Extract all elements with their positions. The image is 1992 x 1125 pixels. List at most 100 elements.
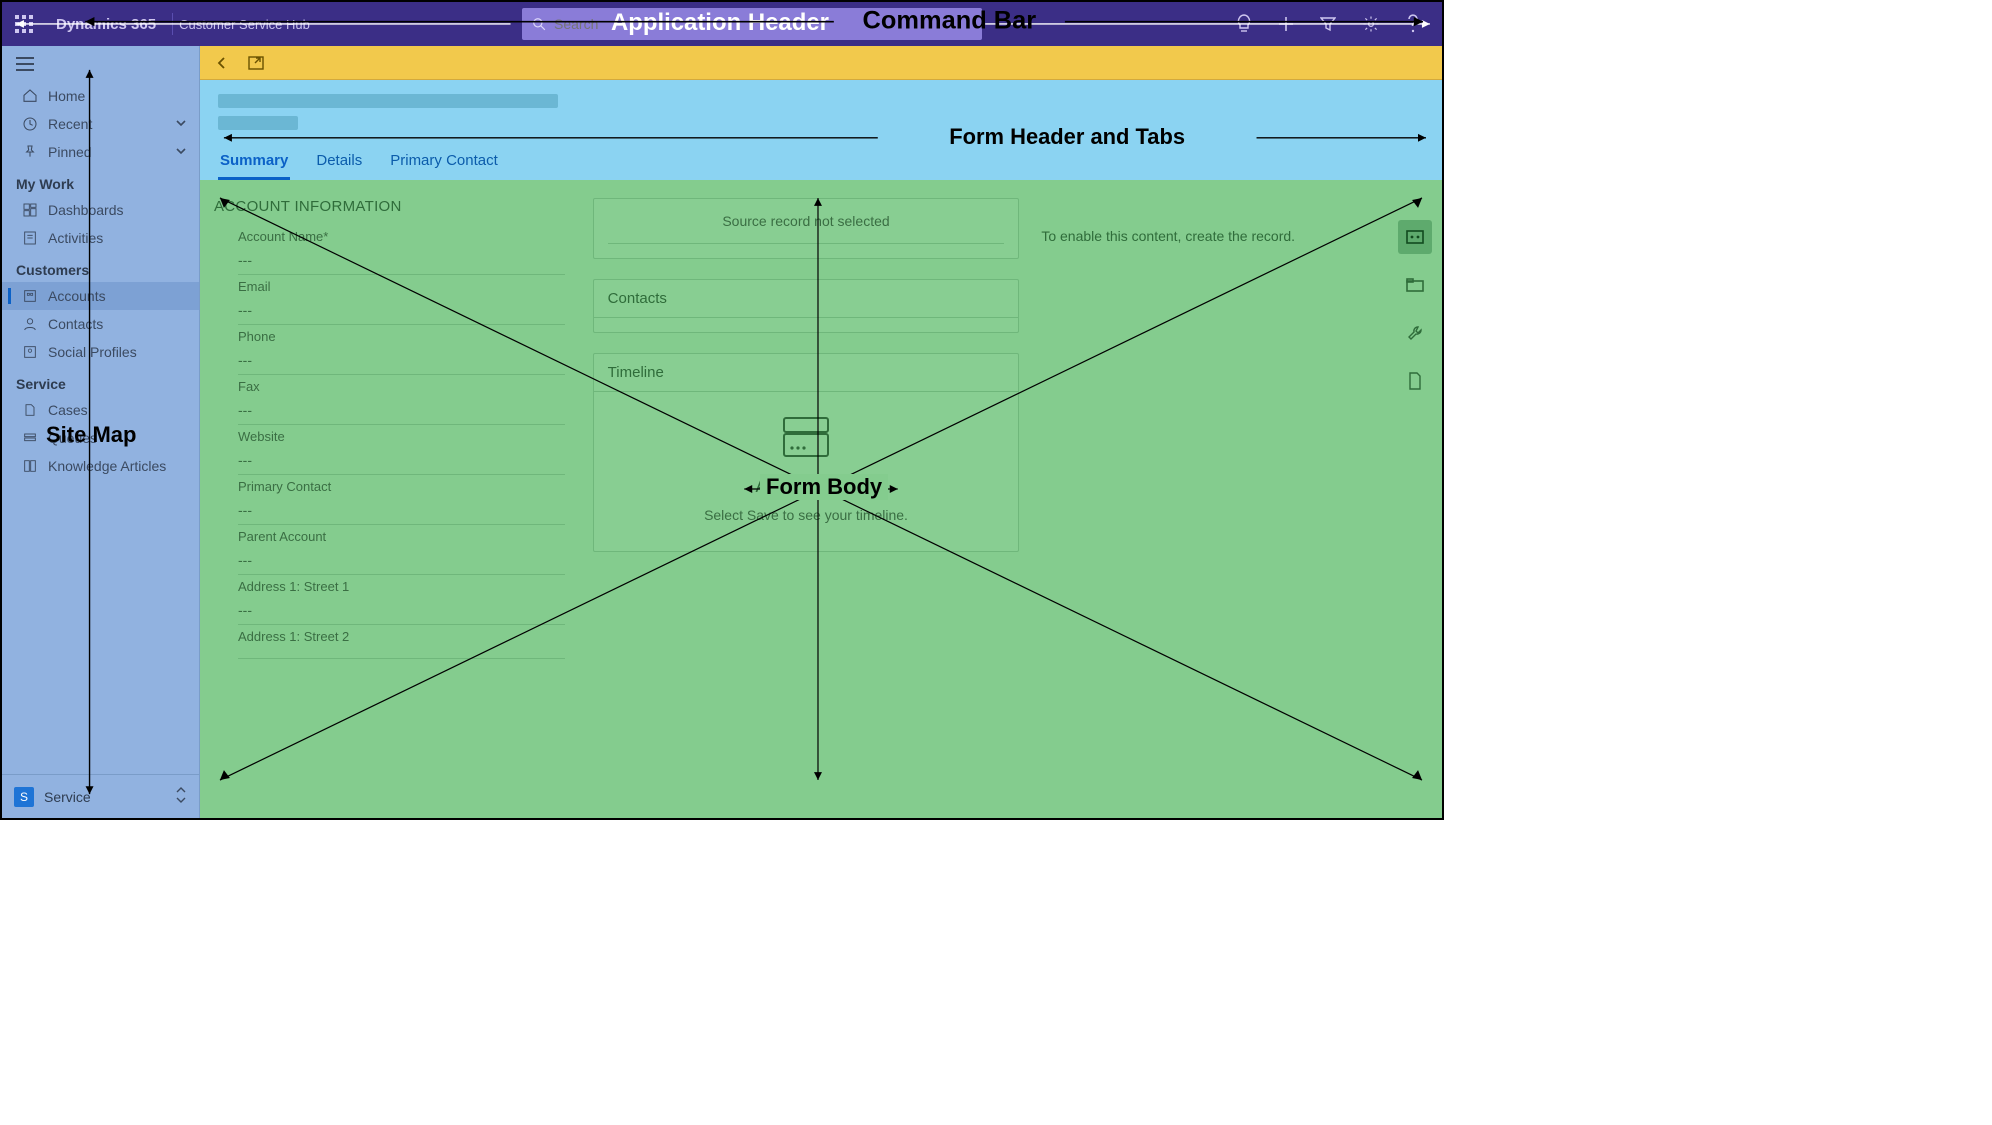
form-field[interactable]: Address 1: Street 2	[214, 629, 571, 659]
enable-content-message: To enable this content, create the recor…	[1041, 228, 1428, 244]
hamburger-icon[interactable]	[2, 46, 199, 82]
sitemap-item-activities[interactable]: Activities	[2, 224, 199, 252]
wrench-icon[interactable]	[1398, 316, 1432, 350]
timeline-empty-icon	[778, 414, 834, 462]
source-record-panel: Source record not selected	[593, 198, 1020, 259]
sitemap-label: Recent	[48, 116, 92, 132]
content-area: Command Bar Summary Details Primary Cont…	[200, 46, 1442, 818]
dashboard-icon	[22, 202, 38, 218]
form-field[interactable]: Address 1: Street 1---	[214, 579, 571, 625]
timeline-heading: Almost there	[755, 476, 856, 497]
sitemap-label: Home	[48, 88, 85, 104]
sitemap: Home Recent Pinned My Work Dashboards Ac…	[2, 46, 200, 818]
sitemap-label: Dashboards	[48, 202, 124, 218]
app-root: Dynamics 365 Customer Service Hub Applic…	[0, 0, 1444, 820]
field-label: Address 1: Street 2	[238, 629, 565, 644]
search-input[interactable]	[554, 16, 654, 32]
help-icon[interactable]	[1406, 14, 1420, 34]
field-value[interactable]: ---	[238, 294, 565, 325]
gear-icon[interactable]	[1362, 14, 1380, 34]
plus-icon[interactable]	[1278, 14, 1294, 34]
field-label: Fax	[238, 379, 565, 394]
application-header: Dynamics 365 Customer Service Hub Applic…	[2, 2, 1442, 46]
tab-summary[interactable]: Summary	[218, 148, 290, 180]
field-value[interactable]	[238, 644, 565, 659]
field-label: Address 1: Street 1	[238, 579, 565, 594]
app-launcher-icon[interactable]	[2, 2, 46, 46]
form-field[interactable]: Email---	[214, 279, 571, 325]
field-label: Website	[238, 429, 565, 444]
sitemap-item-dashboards[interactable]: Dashboards	[2, 196, 199, 224]
chevron-down-icon	[175, 116, 187, 132]
sitemap-label: Queues	[48, 430, 97, 446]
related-panel-tools	[1394, 220, 1436, 398]
tab-icon[interactable]	[1398, 268, 1432, 302]
back-button[interactable]	[210, 51, 234, 75]
svg-text:Form Header and Tabs: Form Header and Tabs	[949, 124, 1185, 149]
area-label: Service	[44, 789, 91, 805]
field-value[interactable]: ---	[238, 494, 565, 525]
social-icon	[22, 344, 38, 360]
chevron-down-icon	[175, 144, 187, 160]
subapp-title: Customer Service Hub	[179, 17, 310, 32]
tab-primary-contact[interactable]: Primary Contact	[388, 148, 500, 180]
lightbulb-icon[interactable]	[1236, 14, 1252, 34]
header-divider	[172, 13, 173, 35]
field-value[interactable]: ---	[238, 344, 565, 375]
sitemap-item-home[interactable]: Home	[2, 82, 199, 110]
filter-icon[interactable]	[1320, 14, 1336, 34]
field-value[interactable]: ---	[238, 244, 565, 275]
sitemap-item-contacts[interactable]: Contacts	[2, 310, 199, 338]
form-field[interactable]: Parent Account---	[214, 529, 571, 575]
sitemap-item-cases[interactable]: Cases	[2, 396, 199, 424]
queue-icon	[22, 430, 38, 446]
assistant-icon[interactable]	[1398, 220, 1432, 254]
sitemap-label: Knowledge Articles	[48, 458, 166, 474]
field-label: Account Name*	[238, 229, 565, 244]
tab-details[interactable]: Details	[314, 148, 364, 180]
form-field[interactable]: Website---	[214, 429, 571, 475]
source-record-message: Source record not selected	[608, 213, 1005, 244]
form-field[interactable]: Fax---	[214, 379, 571, 425]
form-field[interactable]: Phone---	[214, 329, 571, 375]
sitemap-item-pinned[interactable]: Pinned	[2, 138, 199, 166]
title-skeleton	[218, 94, 558, 108]
form-column-1: ACCOUNT INFORMATION Account Name*---Emai…	[214, 198, 571, 818]
field-value[interactable]: ---	[238, 444, 565, 475]
sitemap-item-social[interactable]: Social Profiles	[2, 338, 199, 366]
section-title-account-info: ACCOUNT INFORMATION	[214, 198, 571, 215]
field-value[interactable]: ---	[238, 544, 565, 575]
field-label: Primary Contact	[238, 479, 565, 494]
document-icon[interactable]	[1398, 364, 1432, 398]
sitemap-label: Contacts	[48, 316, 103, 332]
command-bar: Command Bar	[200, 46, 1442, 80]
field-value[interactable]: ---	[238, 394, 565, 425]
form-tabs: Summary Details Primary Contact	[218, 148, 1424, 180]
global-search[interactable]	[522, 8, 982, 40]
form-header: Summary Details Primary Contact Form Hea…	[200, 80, 1442, 180]
sitemap-item-recent[interactable]: Recent	[2, 110, 199, 138]
area-badge: S	[14, 787, 34, 807]
sitemap-group-mywork: My Work	[2, 166, 199, 196]
sitemap-group-customers: Customers	[2, 252, 199, 282]
brand-title: Dynamics 365	[46, 16, 166, 33]
form-field[interactable]: Account Name*---	[214, 229, 571, 275]
field-label: Phone	[238, 329, 565, 344]
sitemap-item-queues[interactable]: Queues	[2, 424, 199, 452]
sitemap-item-knowledge[interactable]: Knowledge Articles	[2, 452, 199, 480]
clock-icon	[22, 116, 38, 132]
form-column-3: To enable this content, create the recor…	[1041, 198, 1428, 818]
main-row: Home Recent Pinned My Work Dashboards Ac…	[2, 46, 1442, 818]
home-icon	[22, 88, 38, 104]
popout-icon[interactable]	[244, 51, 268, 75]
sitemap-item-accounts[interactable]: Accounts	[2, 282, 199, 310]
field-label: Email	[238, 279, 565, 294]
form-field[interactable]: Primary Contact---	[214, 479, 571, 525]
sitemap-label: Accounts	[48, 288, 106, 304]
sitemap-label: Social Profiles	[48, 344, 137, 360]
field-value[interactable]: ---	[238, 594, 565, 625]
account-icon	[22, 288, 38, 304]
sitemap-area-switcher[interactable]: S Service	[2, 774, 199, 818]
activities-icon	[22, 230, 38, 246]
sitemap-group-service: Service	[2, 366, 199, 396]
